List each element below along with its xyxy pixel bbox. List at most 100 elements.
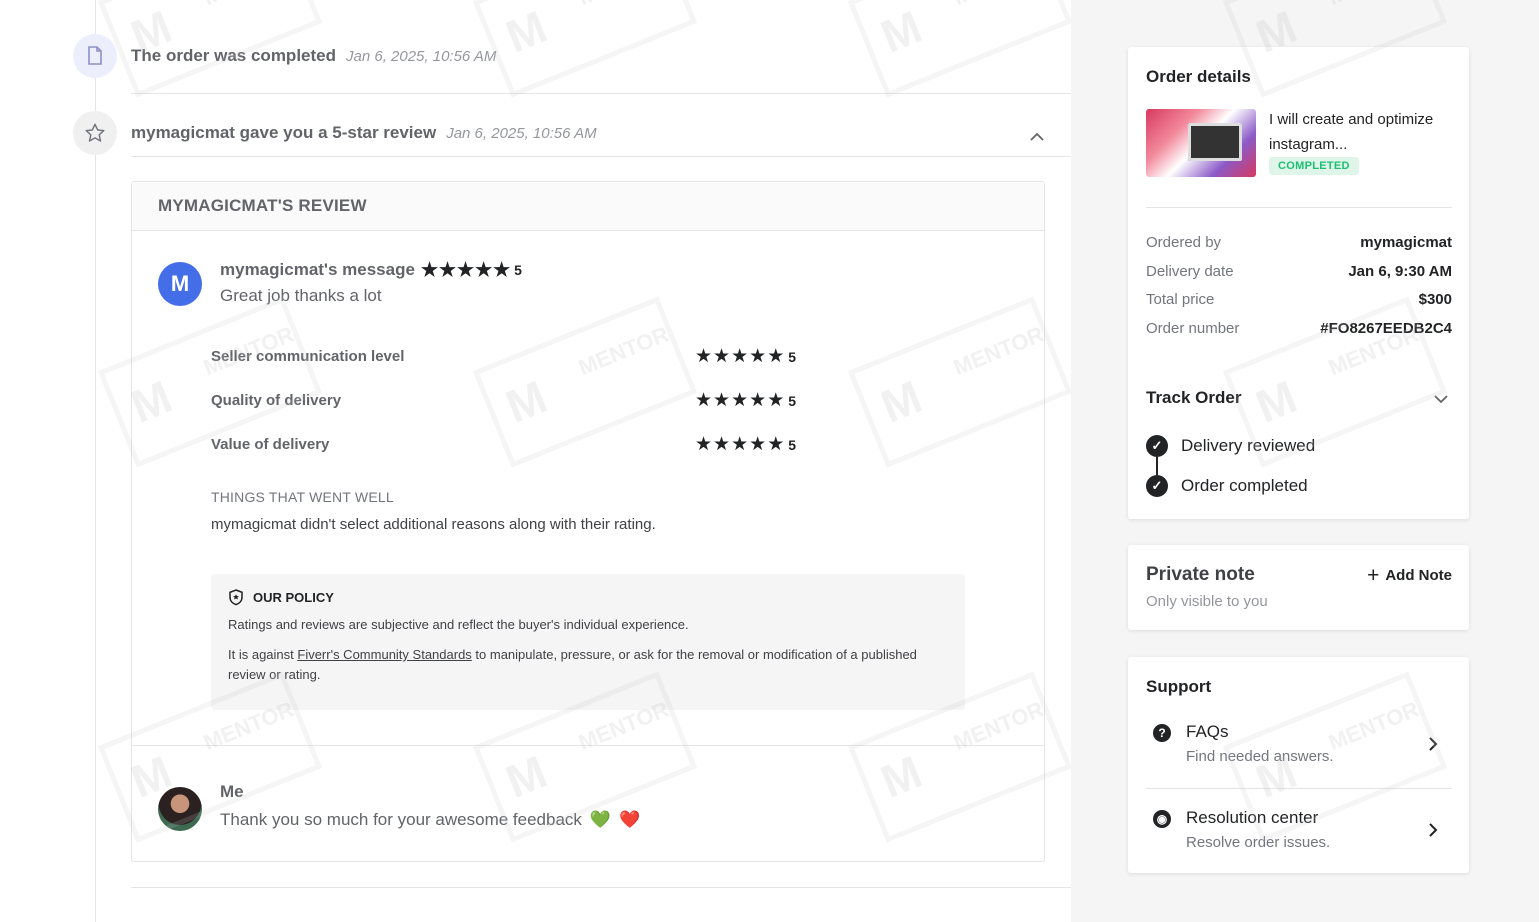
reply-text: Thank you so much for your awesome feedb… [220,810,582,829]
star-outline-icon [73,111,117,155]
activity-pane: The order was completed Jan 6, 2025, 10:… [0,0,1073,922]
event-title: mymagicmat gave you a 5-star review [131,123,437,142]
review-message: Great job thanks a lot [220,286,382,305]
buyer-avatar: M [158,262,202,306]
rating-value: 5 [788,348,797,365]
star-icon: ★ [749,434,767,455]
rating-row: Value of delivery ★ ★ ★ ★ ★ 5 [211,435,811,454]
detail-value: Jan 6, 9:30 AM [1348,263,1452,280]
star-icon: ★ [731,346,749,367]
policy-line-2: It is against Fiverr's Community Standar… [228,645,948,685]
track-connector [1156,457,1158,475]
detail-value: #FO8267EEDB2C4 [1320,320,1452,337]
add-note-button[interactable]: + Add Note [1367,565,1452,586]
event-date: Jan 6, 2025, 10:56 AM [346,47,497,65]
review-card: MYMAGICMAT'S REVIEW M mymagicmat's messa… [131,181,1045,862]
rating-stars: ★ ★ ★ ★ ★ 5 [695,435,796,454]
support-item-faqs[interactable]: ? FAQs Find needed answers. [1146,722,1452,772]
policy-line-2-pre: It is against [228,647,298,662]
star-icon: ★ [695,434,713,455]
support-title: Support [1146,677,1212,696]
detail-row-total-price: Total price $300 [1146,291,1452,308]
rating-stars: ★ ★ ★ ★ ★ 5 [695,391,796,410]
support-item-desc: Find needed answers. [1186,748,1334,765]
review-card-header: MYMAGICMAT'S REVIEW [132,182,1044,231]
policy-line-1: Ratings and reviews are subjective and r… [228,617,689,632]
policy-title: OUR POLICY [228,589,948,606]
star-icon: ★ [420,259,438,281]
star-icon: ★ [713,390,731,411]
check-circle-icon: ✓ [1146,435,1168,457]
track-item-order-completed: ✓ Order completed [1146,475,1308,497]
star-icon: ★ [749,390,767,411]
star-icon: ★ [749,346,767,367]
divider [1146,788,1452,789]
rating-row: Quality of delivery ★ ★ ★ ★ ★ 5 [211,391,811,410]
track-order-title[interactable]: Track Order [1146,388,1241,408]
detail-label: Ordered by [1146,234,1222,251]
event-order-completed: The order was completed Jan 6, 2025, 10:… [73,34,496,78]
gig-title[interactable]: I will create and optimize instagram... [1269,107,1449,157]
divider [131,887,1071,888]
star-icon: ★ [713,346,731,367]
rating-stars: ★ ★ ★ ★ ★ 5 [695,347,796,366]
support-item-name: FAQs [1186,722,1229,741]
star-icon: ★ [713,434,731,455]
gig-thumbnail[interactable] [1146,109,1256,177]
went-well-title: THINGS THAT WENT WELL [211,489,394,505]
star-icon: ★ [731,434,749,455]
green-heart-icon: 💚 [589,810,612,829]
divider [132,745,1044,746]
chevron-down-icon[interactable] [1434,391,1448,409]
went-well-text: mymagicmat didn't select additional reas… [211,516,656,533]
detail-value: $300 [1418,291,1452,308]
overall-stars: ★ ★ ★ ★ ★ 5 [421,261,522,280]
watermark-logo: MMENTOR [847,0,1073,98]
star-icon: ★ [695,346,713,367]
track-item-delivery-reviewed: ✓ Delivery reviewed [1146,435,1315,457]
red-heart-icon: ❤️ [619,810,641,829]
policy-title-text: OUR POLICY [253,590,334,605]
divider [131,156,1071,157]
detail-label: Delivery date [1146,263,1234,280]
rating-value: 5 [788,436,797,453]
rating-row: Seller communication level ★ ★ ★ ★ ★ 5 [211,347,811,366]
track-item-label: Delivery reviewed [1181,436,1316,455]
check-circle-icon: ✓ [1146,475,1168,497]
order-details-title: Order details [1146,67,1251,86]
private-note-panel: Private note Only visible to you + Add N… [1128,545,1469,630]
review-author: mymagicmat's message ★ ★ ★ ★ ★ 5 [220,260,522,280]
status-badge: COMPLETED [1269,157,1359,175]
detail-row-delivery-date: Delivery date Jan 6, 9:30 AM [1146,263,1452,280]
support-panel: Support ? FAQs Find needed answers. ◉ Re… [1128,657,1469,873]
chevron-right-icon [1428,736,1438,757]
star-icon: ★ [767,434,785,455]
star-icon: ★ [767,346,785,367]
track-item-label: Order completed [1181,476,1308,495]
question-icon: ? [1153,724,1171,742]
chevron-right-icon [1428,822,1438,843]
divider [131,93,1071,94]
lifebuoy-icon: ◉ [1153,810,1171,828]
rating-label: Quality of delivery [211,392,342,409]
support-item-resolution-center[interactable]: ◉ Resolution center Resolve order issues… [1146,808,1452,858]
community-standards-link[interactable]: Fiverr's Community Standards [297,647,471,662]
detail-value: mymagicmat [1360,234,1452,251]
detail-row-order-number: Order number #FO8267EEDB2C4 [1146,320,1452,337]
detail-label: Order number [1146,320,1240,337]
reply-message: Thank you so much for your awesome feedb… [220,810,640,830]
detail-row-ordered-by: Ordered by mymagicmat [1146,234,1452,251]
rating-value: 5 [788,392,797,409]
reply-author: Me [220,782,244,801]
document-icon [73,34,117,78]
star-icon: ★ [695,390,713,411]
support-item-name: Resolution center [1186,808,1319,827]
event-date: Jan 6, 2025, 10:56 AM [446,124,597,142]
divider [1146,207,1452,208]
watermark-logo: MMENTOR [472,0,698,98]
star-icon: ★ [767,390,785,411]
collapse-chevron-up-icon[interactable] [1029,130,1045,149]
event-review[interactable]: mymagicmat gave you a 5-star review Jan … [73,111,597,155]
star-icon: ★ [731,390,749,411]
private-note-subtitle: Only visible to you [1146,593,1268,610]
